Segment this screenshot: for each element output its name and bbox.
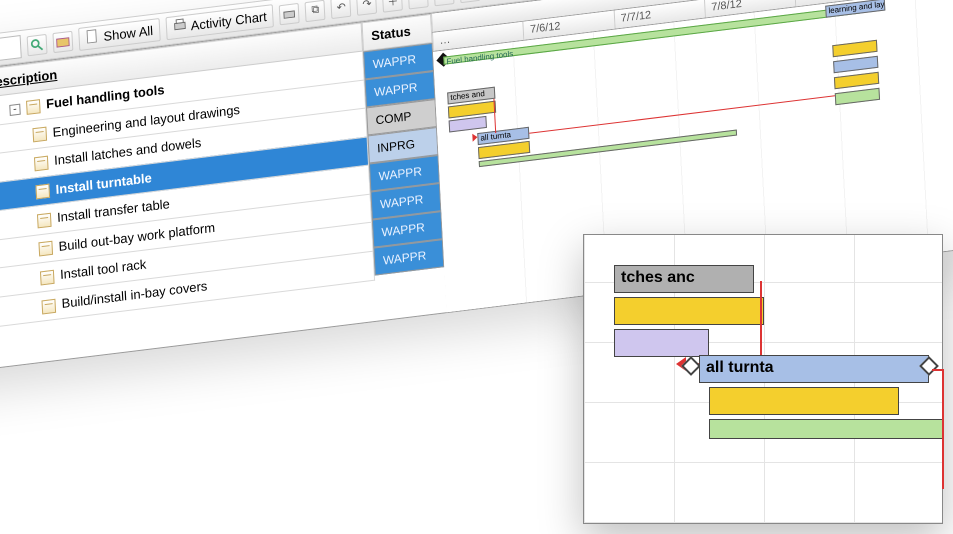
document-icon	[38, 241, 53, 257]
zoom-out-icon[interactable]: －	[408, 0, 429, 9]
zoom-bar-yellow-2[interactable]	[709, 387, 899, 415]
show-all-label: Show All	[103, 23, 153, 44]
document-icon	[85, 28, 100, 47]
document-icon	[34, 155, 49, 171]
refresh-icon[interactable]: ⟳	[434, 0, 455, 6]
print-icon[interactable]	[279, 2, 300, 24]
task-bar-r4[interactable]	[835, 88, 880, 105]
end-task-bar[interactable]: learning and layout draw	[825, 0, 885, 18]
task-bar-r3[interactable]	[834, 72, 879, 89]
zoom-bar-turntable[interactable]: all turnta	[699, 355, 929, 383]
description-text: Install tool rack	[60, 257, 147, 283]
zoom-dep-vline	[760, 281, 762, 365]
document-icon	[40, 270, 55, 286]
task-bar-lav[interactable]	[449, 116, 487, 133]
activity-chart-label: Activity Chart	[190, 9, 267, 33]
zoom-inset: tches anc all turnta	[583, 234, 943, 524]
dependency-link-long	[529, 95, 835, 134]
document-icon	[41, 298, 56, 314]
show-all-button[interactable]: Show All	[78, 18, 160, 51]
redo-icon[interactable]: ↷	[357, 0, 378, 15]
zoom-in-icon[interactable]: ＋	[382, 0, 403, 12]
zoom-bar-latches[interactable]: tches anc	[614, 265, 754, 293]
document-icon	[32, 127, 47, 143]
zoom-bar-green[interactable]	[709, 419, 944, 439]
zoom-dep-out-v	[942, 369, 944, 489]
document-icon	[37, 213, 52, 229]
dependency-arrow-icon	[472, 133, 477, 142]
document-icon	[26, 99, 41, 115]
tree-expander-icon[interactable]: -	[9, 104, 20, 116]
zoom-bar-yellow-1[interactable]	[614, 297, 764, 325]
task-bar-r1[interactable]	[832, 40, 877, 57]
task-bar-r2[interactable]	[833, 56, 878, 73]
undo-icon[interactable]: ↶	[331, 0, 352, 19]
zoom-bar-lav[interactable]	[614, 329, 709, 357]
copy-icon[interactable]: ⧉	[305, 0, 326, 22]
folder-icon[interactable]	[52, 30, 73, 52]
printer-icon	[172, 18, 187, 37]
settings-icon[interactable]: ⚙	[460, 0, 481, 3]
document-icon	[35, 184, 50, 200]
search-icon[interactable]	[27, 33, 48, 55]
work-grid: Work Description 7330-Fuel handling tool…	[0, 22, 377, 379]
description-text: Install turntable	[55, 170, 152, 197]
